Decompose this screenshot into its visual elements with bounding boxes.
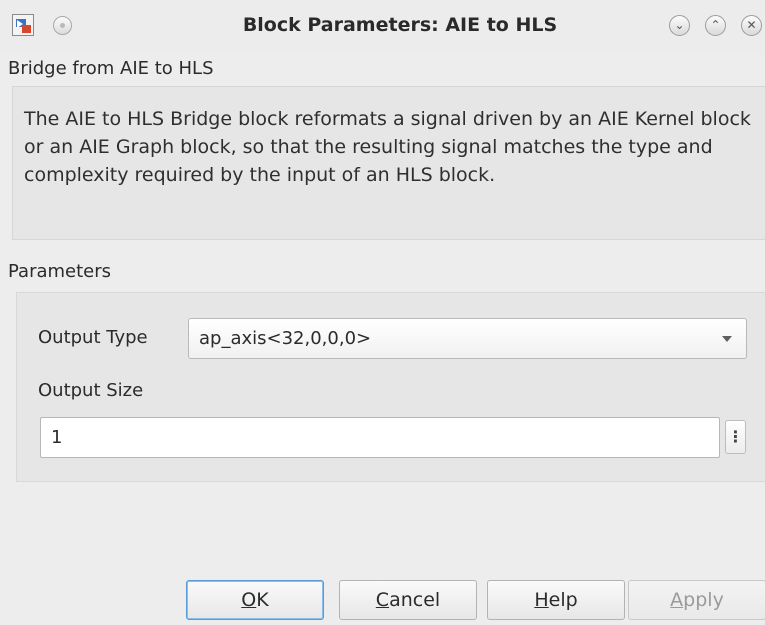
maximize-icon: ⌃ <box>710 18 721 32</box>
help-button[interactable]: Help <box>487 580 625 620</box>
block-description: The AIE to HLS Bridge block reformats a … <box>24 108 751 186</box>
cancel-button[interactable]: Cancel <box>339 580 477 620</box>
apply-button[interactable]: Apply <box>628 580 765 620</box>
vertical-ellipsis-icon: ⋮ <box>727 427 744 446</box>
maximize-button[interactable]: ⌃ <box>705 15 726 36</box>
window-menu-icon[interactable] <box>53 16 72 35</box>
simulink-block-icon[interactable] <box>12 14 34 36</box>
output-type-value: ap_axis<32,0,0,0> <box>199 328 372 349</box>
output-type-label: Output Type <box>38 327 148 348</box>
output-size-label: Output Size <box>38 380 144 401</box>
output-size-field[interactable]: 1 <box>40 417 720 458</box>
block-parameters-dialog: Block Parameters: AIE to HLS ⌄ ⌃ ✕ Bridg… <box>0 0 765 625</box>
output-type-select[interactable]: ap_axis<32,0,0,0> <box>188 318 747 359</box>
ok-button[interactable]: OK <box>186 580 324 620</box>
minimize-button[interactable]: ⌄ <box>669 15 690 36</box>
chevron-down-icon <box>722 336 732 342</box>
minimize-icon: ⌄ <box>674 18 685 32</box>
close-button[interactable]: ✕ <box>741 15 762 36</box>
close-icon: ✕ <box>746 18 757 32</box>
parameters-section-label: Parameters <box>8 261 112 282</box>
more-options-button[interactable]: ⋮ <box>725 420 746 454</box>
window-title: Block Parameters: AIE to HLS <box>242 14 558 36</box>
output-size-value: 1 <box>51 427 63 448</box>
block-subtitle: Bridge from AIE to HLS <box>8 58 214 79</box>
title-bar[interactable]: Block Parameters: AIE to HLS ⌄ ⌃ ✕ <box>0 0 765 52</box>
